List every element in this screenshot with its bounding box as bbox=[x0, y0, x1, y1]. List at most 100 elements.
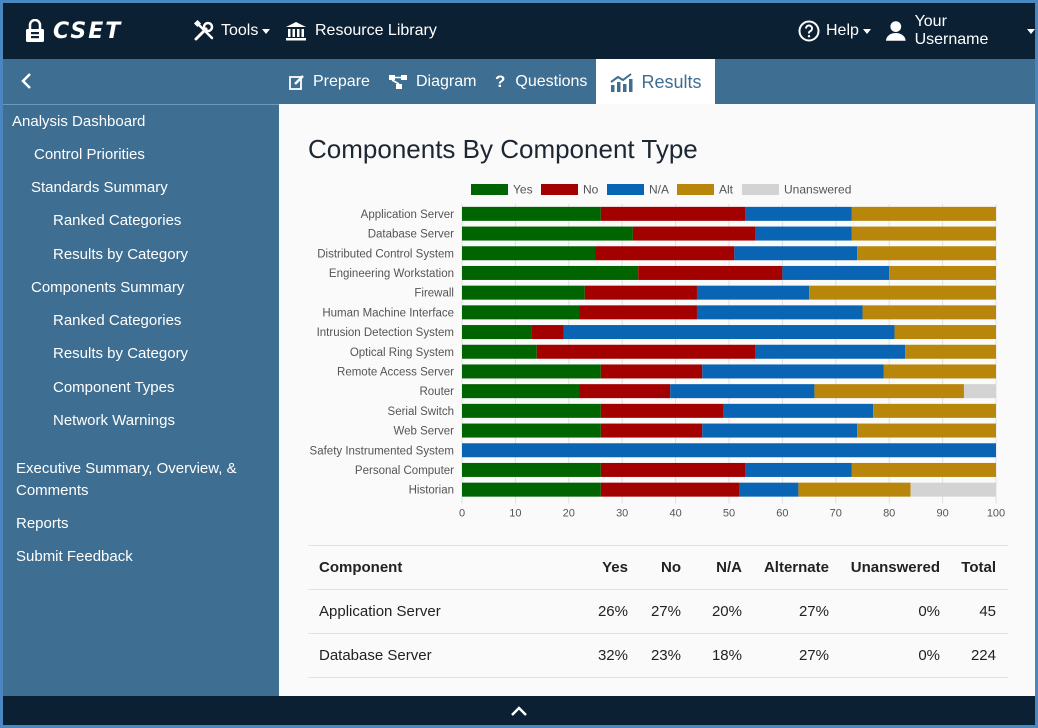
chevron-up-icon[interactable] bbox=[510, 705, 528, 717]
padlock-icon bbox=[26, 19, 44, 42]
sidebar-item-executive-summary-line2: Comments bbox=[16, 482, 89, 499]
collapse-sidebar-button[interactable] bbox=[15, 69, 39, 93]
tools-label: Tools bbox=[221, 22, 259, 39]
bar-segment bbox=[755, 344, 906, 359]
main-content: Components By Component Type Yes No N/A Alt… bbox=[279, 104, 1035, 696]
bar-segment bbox=[584, 285, 697, 300]
category-label: Firewall bbox=[414, 288, 454, 300]
sidebar-item-network-warnings[interactable]: Network Warnings bbox=[53, 410, 175, 432]
help-menu[interactable]: Help bbox=[798, 3, 871, 59]
bar-segment bbox=[857, 423, 996, 438]
tab-results-label: Results bbox=[641, 72, 702, 92]
legend-swatch bbox=[471, 184, 508, 195]
x-tick-label: 90 bbox=[936, 508, 948, 520]
resource-library-label: Resource Library bbox=[315, 22, 437, 39]
bar-segment bbox=[536, 344, 756, 359]
cell-yes: 26% bbox=[597, 603, 628, 620]
tab-prepare[interactable]: Prepare bbox=[289, 59, 370, 104]
institution-icon bbox=[286, 22, 306, 41]
bar-segment bbox=[462, 344, 537, 359]
legend-label: Alt bbox=[719, 183, 734, 197]
chart-bars bbox=[462, 206, 996, 497]
sidebar-item-standards-summary[interactable]: Standards Summary bbox=[31, 177, 168, 199]
sidebar-item-components-results-by-category[interactable]: Results by Category bbox=[53, 343, 188, 365]
tab-questions-label: Questions bbox=[515, 72, 588, 90]
tab-questions[interactable]: ? Questions bbox=[495, 59, 587, 104]
chevron-down-icon bbox=[262, 28, 271, 34]
bar-segment bbox=[462, 423, 601, 438]
header-yes: Yes bbox=[602, 559, 628, 576]
cell-na: 20% bbox=[711, 603, 742, 620]
sidebar-item-standards-results-by-category[interactable]: Results by Category bbox=[53, 244, 188, 266]
header-na: N/A bbox=[716, 559, 742, 576]
bar-segment bbox=[462, 403, 601, 418]
tab-diagram[interactable]: Diagram bbox=[388, 59, 476, 104]
category-label: Database Server bbox=[368, 229, 454, 241]
table-row: Database Server 32% 23% 18% 27% 0% 224 bbox=[308, 633, 1008, 677]
bar-segment bbox=[862, 305, 996, 320]
cell-no: 23% bbox=[650, 647, 681, 664]
cell-alternate: 27% bbox=[798, 647, 829, 664]
cell-unanswered: 0% bbox=[918, 603, 940, 620]
bar-segment bbox=[638, 265, 783, 280]
sidebar-item-component-types[interactable]: Component Types bbox=[53, 377, 174, 399]
legend-swatch bbox=[541, 184, 578, 195]
results-sidebar: Analysis Dashboard Control Priorities St… bbox=[3, 104, 279, 696]
x-tick-label: 30 bbox=[616, 508, 628, 520]
bar-segment bbox=[873, 403, 996, 418]
bar-segment bbox=[814, 384, 964, 399]
sidebar-item-components-ranked-categories[interactable]: Ranked Categories bbox=[53, 310, 181, 332]
category-label: Personal Computer bbox=[355, 465, 454, 477]
bar-segment bbox=[462, 285, 585, 300]
bar-segment bbox=[851, 462, 996, 477]
bar-segment bbox=[883, 364, 996, 379]
bar-segment bbox=[462, 364, 601, 379]
top-navbar: CSET Tools Resource Library Help Your Us… bbox=[3, 3, 1035, 59]
category-label: Distributed Control System bbox=[317, 248, 454, 260]
legend-label: Unanswered bbox=[784, 183, 851, 197]
resource-library-link[interactable]: Resource Library bbox=[285, 3, 437, 59]
category-label: Human Machine Interface bbox=[322, 307, 454, 319]
cset-logo[interactable]: CSET bbox=[25, 3, 122, 59]
bar-segment bbox=[600, 403, 724, 418]
bottom-bar bbox=[3, 696, 1035, 725]
user-menu[interactable]: Your Username bbox=[885, 3, 1035, 59]
sidebar-item-control-priorities[interactable]: Control Priorities bbox=[34, 144, 145, 166]
header-total: Total bbox=[961, 559, 996, 576]
tools-menu[interactable]: Tools bbox=[193, 3, 271, 59]
question-circle-icon bbox=[798, 20, 820, 42]
bar-segment bbox=[600, 423, 703, 438]
sidebar-item-executive-summary[interactable]: Executive Summary, Overview, & Comments bbox=[16, 458, 237, 502]
sidebar-item-submit-feedback[interactable]: Submit Feedback bbox=[16, 546, 133, 568]
cell-alternate: 27% bbox=[798, 603, 829, 620]
bar-segment bbox=[462, 325, 532, 340]
x-tick-label: 80 bbox=[883, 508, 895, 520]
bar-segment bbox=[755, 226, 852, 241]
sidebar-item-analysis-dashboard[interactable]: Analysis Dashboard bbox=[12, 111, 145, 133]
bar-segment bbox=[579, 305, 697, 320]
legend-label: No bbox=[583, 183, 599, 197]
bar-segment bbox=[857, 246, 996, 261]
diagram-nodes-icon bbox=[389, 74, 407, 89]
x-tick-label: 20 bbox=[563, 508, 575, 520]
x-tick-label: 60 bbox=[776, 508, 788, 520]
bar-segment bbox=[462, 265, 639, 280]
bar-segment bbox=[894, 325, 996, 340]
category-label: Optical Ring System bbox=[350, 347, 454, 359]
bar-segment bbox=[670, 384, 815, 399]
category-label: Engineering Workstation bbox=[329, 268, 454, 280]
tab-results[interactable]: Results bbox=[596, 59, 715, 106]
header-component: Component bbox=[319, 559, 403, 576]
legend-label: N/A bbox=[649, 183, 669, 197]
sidebar-item-components-summary[interactable]: Components Summary bbox=[31, 277, 184, 299]
cell-component: Application Server bbox=[319, 603, 441, 620]
cell-total: 45 bbox=[979, 603, 996, 620]
bar-segment bbox=[798, 482, 911, 497]
bar-segment bbox=[696, 305, 863, 320]
bar-segment bbox=[702, 423, 858, 438]
cell-yes: 32% bbox=[597, 647, 628, 664]
sidebar-item-standards-ranked-categories[interactable]: Ranked Categories bbox=[53, 210, 181, 232]
sidebar-item-reports[interactable]: Reports bbox=[16, 513, 69, 535]
bar-segment bbox=[851, 226, 996, 241]
bar-segment bbox=[462, 226, 633, 241]
